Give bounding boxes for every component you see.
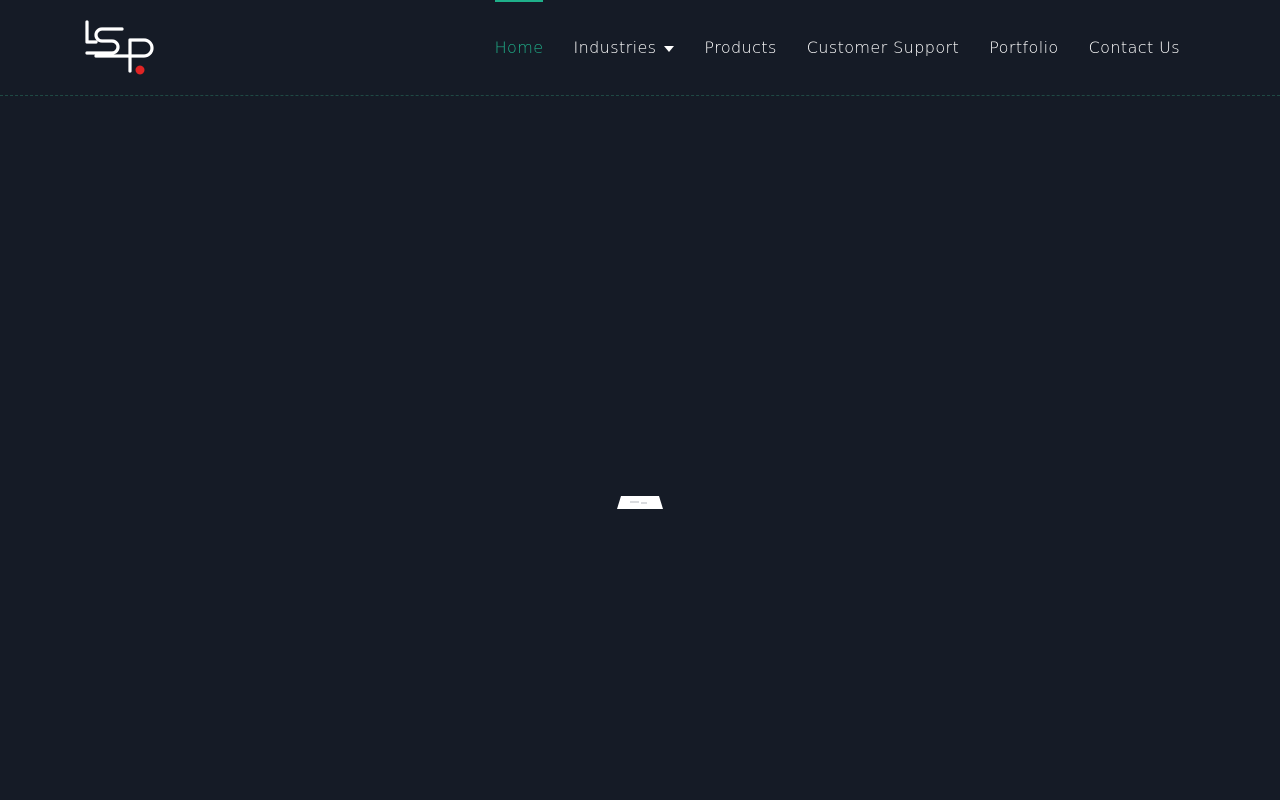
caret-down-icon — [664, 45, 675, 52]
nav-item-home[interactable]: Home — [494, 0, 544, 95]
nav-item-label: Products — [704, 38, 777, 57]
nav-item-label: Industries — [573, 38, 657, 57]
site-logo[interactable] — [84, 20, 158, 78]
site-header: Home Industries Products Customer Suppor… — [0, 0, 1280, 96]
nav-item-customer-support[interactable]: Customer Support — [807, 0, 959, 95]
loading-laptop-icon — [617, 496, 663, 509]
nav-item-portfolio[interactable]: Portfolio — [989, 0, 1058, 95]
nav-item-contact-us[interactable]: Contact Us — [1089, 0, 1180, 95]
nav-item-label: Customer Support — [806, 38, 960, 57]
nav-item-label: Home — [494, 38, 544, 57]
nav-item-label: Contact Us — [1088, 38, 1180, 57]
main-nav: Home Industries Products Customer Suppor… — [494, 0, 1180, 95]
page-loader — [617, 494, 663, 509]
nav-item-industries[interactable]: Industries — [573, 0, 675, 95]
nav-item-products[interactable]: Products — [704, 0, 776, 95]
lsp-logo-icon — [85, 20, 154, 75]
nav-item-label: Portfolio — [989, 38, 1059, 57]
